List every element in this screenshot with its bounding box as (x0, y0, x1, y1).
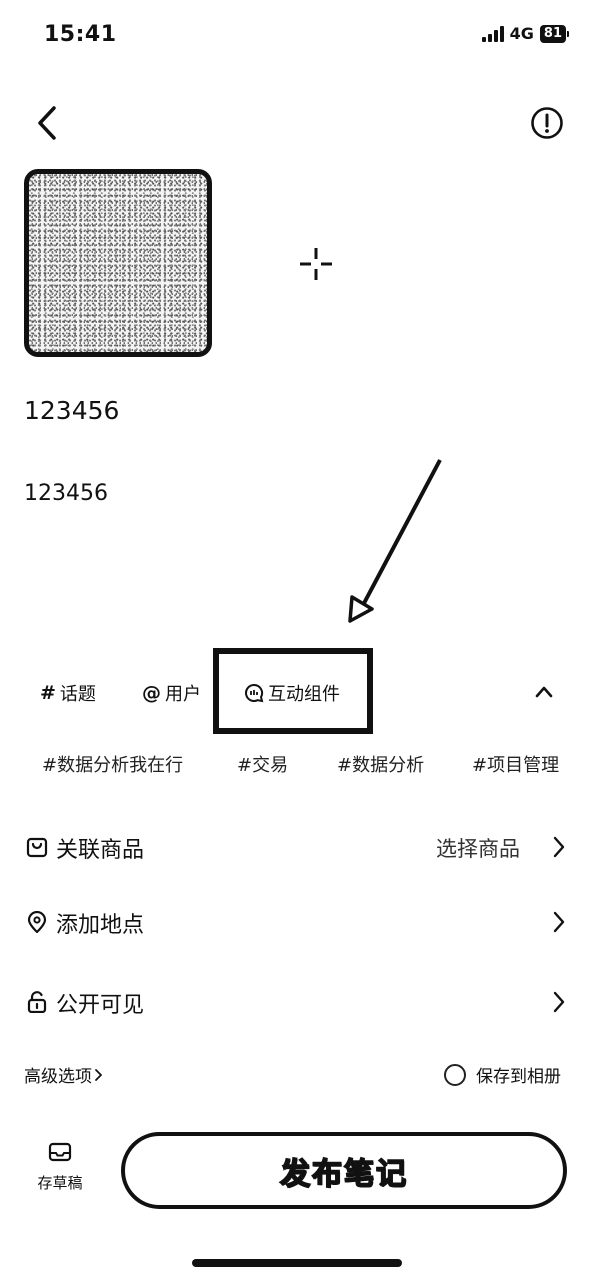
save-to-album-toggle[interactable]: 保存到相册 (444, 1062, 561, 1087)
interactive-widget-button[interactable]: 互动组件 (244, 680, 340, 706)
chevron-up-icon[interactable] (534, 683, 554, 699)
annotation-arrow-icon (348, 459, 442, 623)
network-type: 4G (509, 24, 534, 43)
image-thumbnail[interactable] (24, 169, 212, 357)
topic-label: 话题 (59, 684, 96, 705)
home-indicator[interactable] (192, 1259, 402, 1267)
chevron-right-icon (95, 1068, 102, 1081)
topic-button[interactable]: # 话题 (40, 680, 96, 706)
hash-icon: # (40, 682, 56, 704)
battery-icon: 81 (539, 24, 569, 43)
visibility-row[interactable]: 公开可见 (0, 981, 591, 1025)
add-image-icon[interactable] (298, 246, 334, 282)
chevron-right-icon (553, 836, 565, 858)
interactive-widget-label: 互动组件 (268, 684, 340, 705)
note-title[interactable]: 123456 (24, 396, 119, 425)
advanced-options-link[interactable]: 高级选项 (24, 1062, 103, 1087)
user-label: 用户 (165, 684, 201, 705)
status-indicators: 4G 81 (481, 24, 569, 43)
save-draft-label: 存草稿 (37, 1174, 83, 1192)
tag-chip[interactable]: #数据分析我在行 (42, 751, 183, 777)
signal-icon (481, 25, 504, 42)
save-draft-button[interactable]: 存草稿 (34, 1142, 86, 1193)
info-icon[interactable] (530, 106, 564, 140)
tag-chip[interactable]: #数据分析 (337, 751, 424, 777)
tag-chip[interactable]: #项目管理 (472, 751, 559, 777)
add-location-label: 添加地点 (56, 913, 145, 938)
select-product-label: 选择商品 (436, 837, 520, 861)
chevron-right-icon (553, 991, 565, 1013)
note-body[interactable]: 123456 (24, 481, 108, 506)
location-pin-icon (27, 911, 47, 933)
status-time: 15:41 (44, 22, 117, 47)
related-product-row[interactable]: 关联商品 选择商品 (0, 826, 591, 870)
advanced-options-label: 高级选项 (24, 1067, 92, 1087)
save-to-album-label: 保存到相册 (476, 1067, 561, 1087)
visibility-label: 公开可见 (56, 993, 145, 1018)
bag-icon (26, 837, 48, 858)
battery-level: 81 (539, 24, 566, 43)
inbox-tray-icon (48, 1142, 72, 1162)
unlock-icon (27, 991, 47, 1013)
mention-user-button[interactable]: @ 用户 (142, 680, 201, 706)
radio-icon[interactable] (444, 1063, 466, 1086)
chevron-right-icon (553, 911, 565, 933)
chat-bubble-icon (245, 683, 264, 703)
publish-note-button[interactable]: 发布笔记 (121, 1132, 567, 1209)
tag-chip[interactable]: #交易 (237, 751, 288, 777)
add-location-row[interactable]: 添加地点 (0, 901, 591, 945)
at-icon: @ (142, 682, 161, 704)
publish-note-label: 发布笔记 (279, 1156, 408, 1193)
back-icon[interactable] (32, 104, 66, 142)
related-product-label: 关联商品 (56, 838, 145, 863)
